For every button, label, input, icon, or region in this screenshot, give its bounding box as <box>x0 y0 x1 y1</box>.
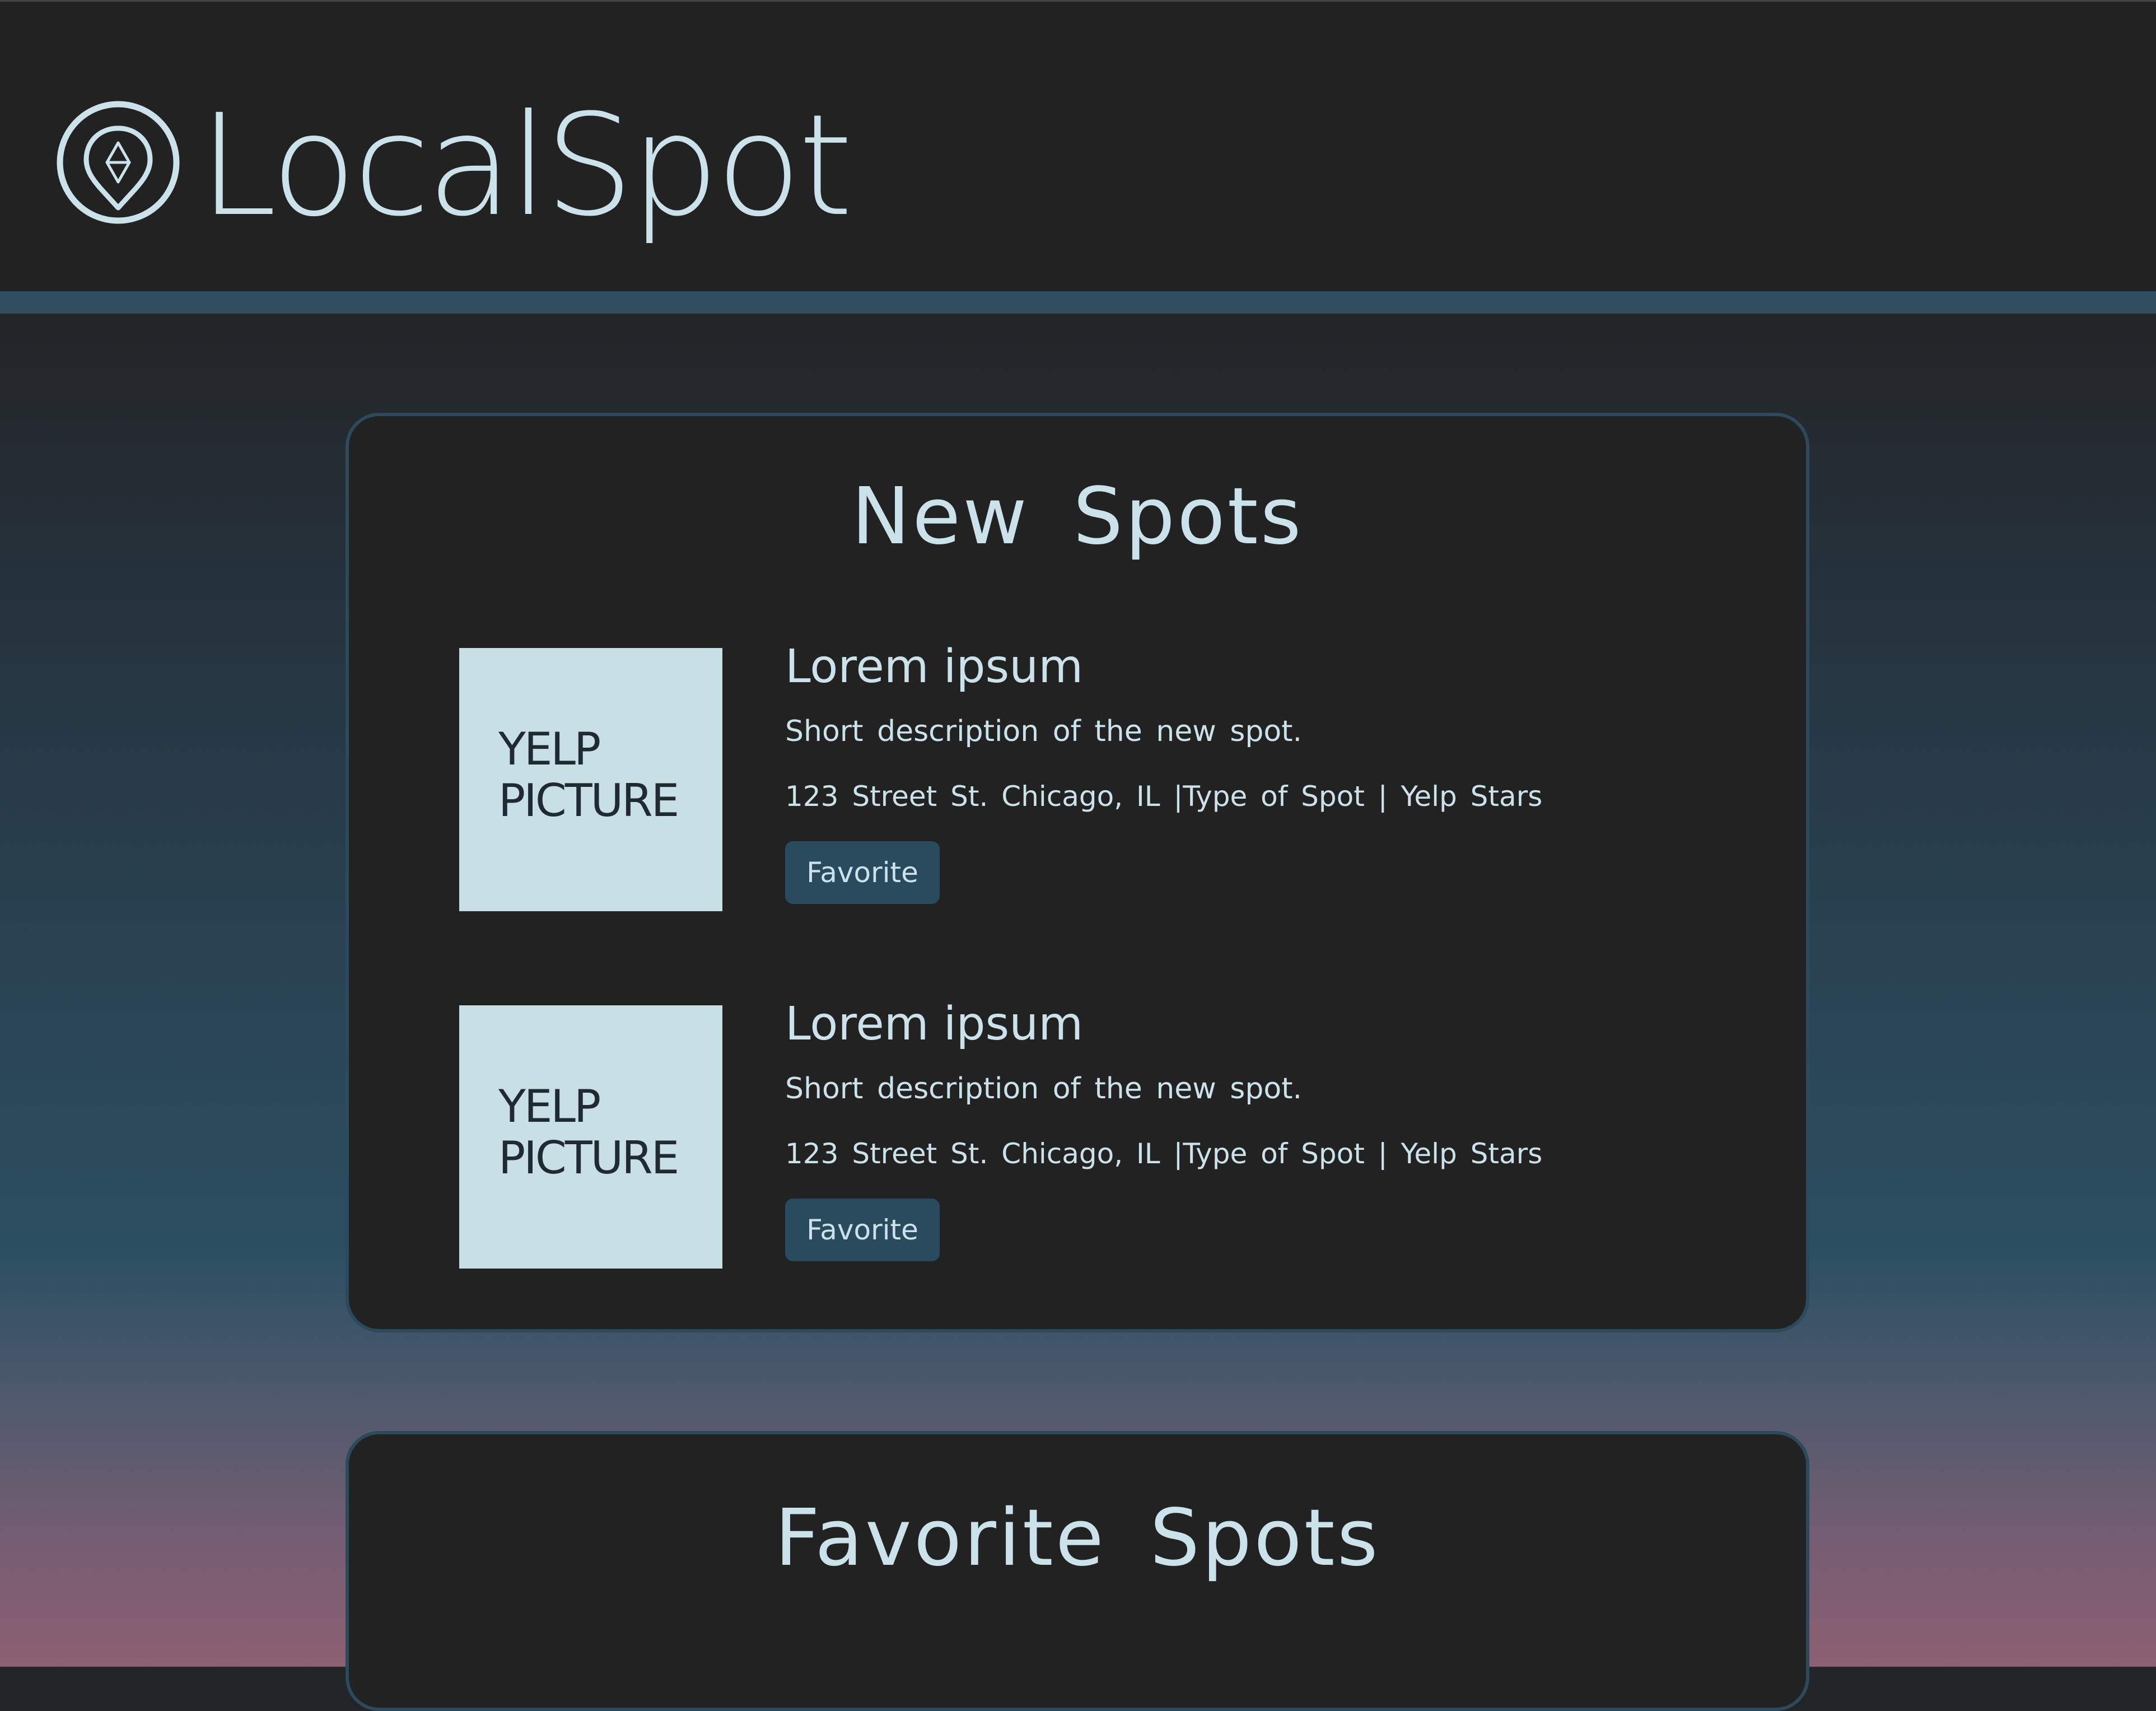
spot-image-label: YELP PICTURE <box>498 723 679 827</box>
spot-meta: 123 Street St. Chicago, IL |Type of Spot… <box>785 1137 1543 1170</box>
spot-image: YELP PICTURE <box>459 648 722 911</box>
header-stripe <box>0 291 2156 314</box>
spot-description: Short description of the new spot. <box>785 715 1303 748</box>
favorite-spots-title: Favorite Spots <box>774 1493 1380 1584</box>
new-spots-panel: New Spots YELP PICTURE Lorem ipsum Short… <box>346 413 1809 1332</box>
spot-title: Lorem ipsum <box>785 640 1084 693</box>
spot-card: YELP PICTURE Lorem ipsum Short descripti… <box>459 640 1747 911</box>
map-pin-star-icon <box>57 101 180 224</box>
spot-image-label: YELP PICTURE <box>498 1080 679 1184</box>
brand-name: LocalSpot <box>199 84 853 247</box>
spot-title: Lorem ipsum <box>785 997 1084 1051</box>
spot-image: YELP PICTURE <box>459 1005 722 1269</box>
favorite-spots-panel: Favorite Spots <box>346 1431 1809 1711</box>
spot-description: Short description of the new spot. <box>785 1072 1303 1106</box>
favorite-button[interactable]: Favorite <box>785 841 940 904</box>
site-header: LocalSpot <box>0 0 2156 291</box>
favorite-button[interactable]: Favorite <box>785 1199 940 1261</box>
new-spots-title: New Spots <box>851 471 1304 562</box>
spot-card: YELP PICTURE Lorem ipsum Short descripti… <box>459 997 1747 1269</box>
spot-meta: 123 Street St. Chicago, IL |Type of Spot… <box>785 780 1543 813</box>
